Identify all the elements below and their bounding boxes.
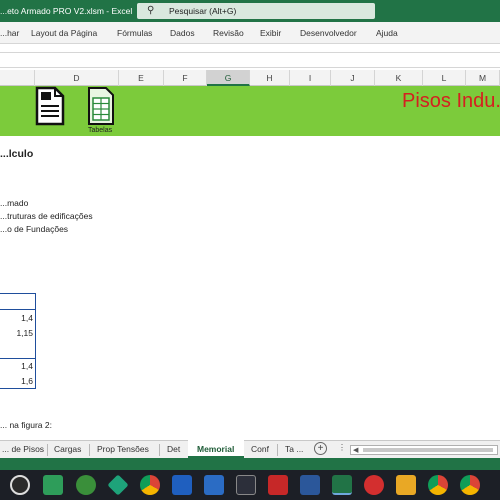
gallery-icon[interactable] [43,475,63,495]
tab-separator [277,444,278,456]
table-cell-value[interactable]: 1,4 [18,361,33,371]
table-divider [0,358,36,359]
add-sheet-icon[interactable]: + [314,442,327,455]
ribbon-tabs: ...har Layout da Página Fórmulas Dados R… [0,22,500,44]
horizontal-scrollbar[interactable]: ◀ [350,445,498,455]
formula-bar[interactable] [0,52,500,68]
tab-revisao[interactable]: Revisão [213,28,244,38]
column-header-j[interactable]: J [331,70,375,86]
chrome-icon[interactable] [460,475,480,495]
column-header-m[interactable]: M [466,70,500,86]
title-bar: ...eto Armado PRO V2.xlsm - Excel ⚲ Pesq… [0,0,500,22]
column-header-i[interactable]: I [290,70,331,86]
sheet-tab-prop-tensoes[interactable]: Prop Tensões [97,444,149,454]
gamepad-icon[interactable] [107,474,129,496]
document-icon[interactable] [33,86,67,128]
tab-separator [89,444,90,456]
column-header-f[interactable]: F [164,70,207,86]
more-options-icon[interactable]: ⋮ [338,443,346,452]
tab-inserir[interactable]: ...har [0,28,19,38]
search-icon: ⚲ [147,5,155,16]
table-cell-value[interactable]: 1,15 [12,328,33,338]
sheet-tabs-bar: ... de Pisos Cargas Prop Tensões Det Mem… [0,440,500,458]
gamma-icon[interactable] [236,475,256,495]
spreadsheet-icon[interactable] [86,86,116,126]
ribbon-collapsed-area [0,44,500,52]
tab-layout[interactable]: Layout da Página [31,28,97,38]
table-cell-value[interactable]: 1,4 [18,313,33,323]
search-placeholder: Pesquisar (Alt+G) [169,6,237,16]
footnote-text: ... na figura 2: [0,420,52,430]
sheet-heading: ...lculo [0,148,34,160]
autodesk-icon[interactable] [172,475,192,495]
tables-label: Tabelas [88,127,113,134]
tab-ajuda[interactable]: Ajuda [376,28,398,38]
worksheet-area[interactable] [0,136,500,440]
scrollbar-thumb[interactable] [363,448,493,452]
table-divider [0,309,36,310]
app-icon[interactable] [396,475,416,495]
word-icon[interactable] [300,475,320,495]
obs-icon[interactable] [10,475,30,495]
tab-separator [47,444,48,456]
tab-formulas[interactable]: Fórmulas [117,28,152,38]
text-line-2: ...truturas de edificações [0,211,93,221]
sheet-tab-pisos[interactable]: ... de Pisos [2,444,44,454]
column-header: D E F G H I J K L M [0,70,500,86]
sheet-tab-det[interactable]: Det [167,444,180,454]
sheet-tab-memorial-label: Memorial [197,444,235,454]
column-header-d[interactable]: D [35,70,119,86]
column-header-partial[interactable] [0,70,35,86]
steam-icon[interactable] [76,475,96,495]
app-x-icon[interactable] [204,475,224,495]
tab-desenvolvedor[interactable]: Desenvolvedor [300,28,357,38]
value-table [0,293,36,389]
excel-icon[interactable] [332,475,352,495]
camtasia-icon[interactable] [364,475,384,495]
text-line-3: ...o de Fundações [0,224,69,234]
column-header-k[interactable]: K [375,70,423,86]
revit-icon[interactable] [268,475,288,495]
tab-separator [159,444,160,456]
column-header-e[interactable]: E [119,70,164,86]
window-title: ...eto Armado PRO V2.xlsm - Excel [0,6,133,16]
tab-dados[interactable]: Dados [170,28,195,38]
sheet-tab-conf[interactable]: Conf [251,444,269,454]
chrome-icon[interactable] [140,475,160,495]
taskbar [0,470,500,500]
chrome-icon[interactable] [428,475,448,495]
column-header-h[interactable]: H [250,70,290,86]
sheet-tab-cargas[interactable]: Cargas [54,444,81,454]
tab-exibir[interactable]: Exibir [260,28,281,38]
scroll-left-icon[interactable]: ◀ [353,446,358,454]
table-cell-value[interactable]: 1,6 [18,376,33,386]
column-header-l[interactable]: L [423,70,466,86]
text-line-1: ...mado [0,198,29,208]
status-bar [0,458,500,470]
sheet-tab-ta[interactable]: Ta ... [285,444,303,454]
column-header-g[interactable]: G [207,70,250,86]
search-box[interactable]: ⚲ Pesquisar (Alt+G) [137,3,375,19]
brand-title: Pisos Indu... [402,90,500,112]
sheet-tab-memorial-active[interactable]: Memorial [188,440,244,458]
